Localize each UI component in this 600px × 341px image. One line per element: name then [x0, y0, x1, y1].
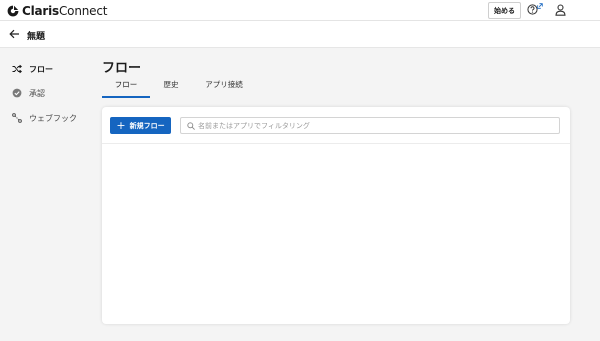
help-button[interactable]: [527, 3, 545, 17]
brand[interactable]: ClarisConnect: [7, 3, 107, 18]
sidebar-item-flows[interactable]: フロー: [12, 62, 53, 76]
tab-history[interactable]: 歴史: [158, 76, 184, 98]
sidebar-item-label: 承認: [29, 88, 45, 98]
shuffle-icon: [12, 64, 22, 74]
page-title: フロー: [102, 61, 142, 76]
panel-divider: [102, 143, 570, 144]
top-bar: ClarisConnect 始める: [0, 0, 600, 21]
sidebar-item-webhooks[interactable]: ウェブフック: [12, 111, 77, 125]
sidebar: フロー 承認 ウェブフック: [0, 48, 96, 341]
search-box[interactable]: [180, 117, 560, 134]
claris-logo-icon: [7, 5, 19, 16]
brand-name-bold: Claris: [22, 3, 59, 18]
search-icon: [187, 122, 195, 130]
sidebar-item-label: ウェブフック: [29, 113, 77, 123]
search-input[interactable]: [198, 119, 553, 132]
tab-flows[interactable]: フロー: [102, 76, 150, 98]
webhook-icon: [12, 113, 22, 123]
brand-name-regular: Connect: [59, 3, 108, 18]
new-flow-button[interactable]: + 新規フロー: [110, 117, 171, 134]
sub-header: 無題: [0, 21, 600, 48]
check-circle-icon: [12, 88, 22, 98]
brand-name: ClarisConnect: [22, 4, 107, 18]
tab-app-connections[interactable]: アプリ接続: [202, 76, 246, 98]
document-title: 無題: [27, 32, 46, 42]
plus-icon: +: [116, 119, 126, 132]
user-icon[interactable]: [555, 4, 566, 16]
flows-panel: + 新規フロー: [102, 107, 570, 324]
start-button[interactable]: 始める: [488, 2, 521, 19]
sidebar-item-approvals[interactable]: 承認: [12, 86, 45, 100]
external-link-icon: [537, 3, 543, 9]
sidebar-item-label: フロー: [29, 64, 53, 74]
new-flow-label: 新規フロー: [129, 121, 165, 130]
arrow-left-icon[interactable]: [9, 29, 20, 39]
